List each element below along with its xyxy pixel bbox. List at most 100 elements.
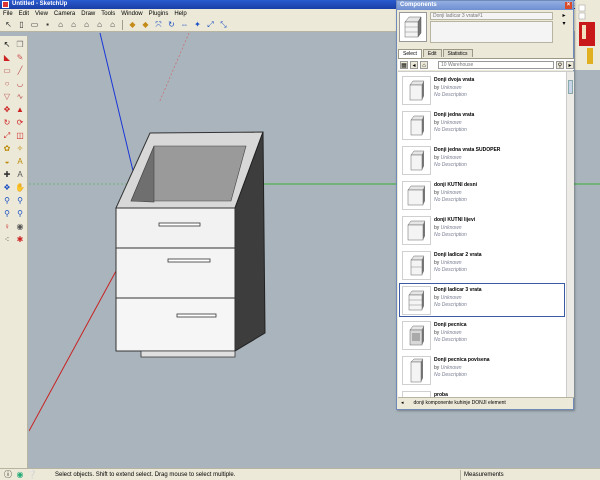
scrollbar-thumb[interactable] xyxy=(568,80,573,94)
zoom-extents-icon[interactable]: ⚲ xyxy=(1,208,13,219)
component-author: by Unknown xyxy=(434,295,462,301)
front-view-icon[interactable]: ⌂ xyxy=(68,19,79,30)
rectangle-icon[interactable]: ▭ xyxy=(1,65,13,76)
component-name: Donji ladicar 3 vrata xyxy=(434,287,482,293)
orbit-icon[interactable]: ❖ xyxy=(1,182,13,193)
new-file-icon[interactable]: ▯ xyxy=(16,19,27,30)
rotate-icon[interactable]: ⤧ xyxy=(153,19,164,30)
menu-view[interactable]: View xyxy=(35,11,48,17)
menu-help[interactable]: Help xyxy=(174,11,186,17)
select-icon[interactable]: ↖ xyxy=(1,39,13,50)
info-icon[interactable]: ⓘ xyxy=(3,470,13,479)
select-arrow-icon[interactable]: ↖ xyxy=(3,19,14,30)
pushpull-icon[interactable]: ▲ xyxy=(14,104,26,115)
menu-plugins[interactable]: Plugins xyxy=(149,11,169,17)
dimension-icon[interactable]: ✧ xyxy=(14,143,26,154)
list-item[interactable]: donji KUTNI lijevi by Unknown No Descrip… xyxy=(399,213,565,247)
component-name-field[interactable]: Donji ladicar 3 vrata#1 xyxy=(430,12,553,20)
scale-icon[interactable]: ⤢ xyxy=(1,130,13,141)
rotate-icon[interactable]: ↻ xyxy=(1,117,13,128)
zoom-icon[interactable]: ⚲ xyxy=(1,195,13,206)
previous-icon[interactable]: ⚲ xyxy=(14,208,26,219)
home-icon[interactable]: ⌂ xyxy=(420,60,428,69)
credits-icon[interactable]: ❔ xyxy=(27,470,37,479)
list-item[interactable]: proba xyxy=(399,388,565,397)
component-author: by Unknown xyxy=(434,225,462,231)
flip-icon[interactable]: ⇔ xyxy=(179,19,190,30)
solid-icon[interactable]: ✦ xyxy=(192,19,203,30)
eraser-icon[interactable]: ✎ xyxy=(14,52,26,63)
zoom-window-icon[interactable]: ⤡ xyxy=(218,19,229,30)
tape-icon[interactable]: ✿ xyxy=(1,143,13,154)
back-arrow-icon[interactable]: ◂ xyxy=(410,60,418,69)
status-nav-icon[interactable]: ◂ xyxy=(401,398,404,408)
text-icon[interactable]: A xyxy=(14,156,26,167)
list-item[interactable]: Donji pecnica povisena by Unknown No Des… xyxy=(399,353,565,387)
protractor-icon[interactable]: ◒ xyxy=(1,156,13,167)
list-item[interactable]: Donji dvoja vrata by Unknown No Descript… xyxy=(399,73,565,107)
component-description-field[interactable] xyxy=(430,21,553,43)
components-search-input[interactable] xyxy=(438,60,554,69)
paint-icon[interactable]: ◣ xyxy=(1,52,13,63)
drawer-front-top xyxy=(115,207,236,249)
components-dialog: Components × Donji ladicar 3 vrata#1 ▸ ▾… xyxy=(396,0,574,410)
section-icon[interactable]: ⤢ xyxy=(205,19,216,30)
list-item-selected[interactable]: Donji ladicar 3 vrata by Unknown No Desc… xyxy=(399,283,565,317)
open-folder-icon[interactable]: ▭ xyxy=(29,19,40,30)
scale-axes-icon[interactable]: ◆ xyxy=(140,19,151,30)
arc-icon[interactable]: ◡ xyxy=(14,78,26,89)
geo-location-icon[interactable]: ◉ xyxy=(15,470,25,479)
position-camera-icon[interactable]: ♀ xyxy=(1,221,13,232)
drawer-front-middle xyxy=(115,247,236,299)
house-icon[interactable]: ⌂ xyxy=(55,19,66,30)
polygon-icon[interactable]: ▽ xyxy=(1,91,13,102)
components-status-text: donji komponente kuhinje DONJI element xyxy=(413,400,506,406)
components-scrollbar[interactable] xyxy=(566,72,574,397)
offset-icon[interactable]: ◫ xyxy=(14,130,26,141)
walk-icon[interactable]: ◉ xyxy=(14,221,26,232)
followme-icon[interactable]: ⟳ xyxy=(14,117,26,128)
list-item[interactable]: Donji jedna vrata by Unknown No Descript… xyxy=(399,108,565,142)
search-icon[interactable]: ⚲ xyxy=(556,60,564,69)
tab-edit[interactable]: Edit xyxy=(422,49,442,57)
component-icon[interactable]: ↻ xyxy=(166,19,177,30)
freehand-icon[interactable]: ∿ xyxy=(14,91,26,102)
component-description: No Description xyxy=(434,127,467,133)
details-menu-icon[interactable]: ▸ xyxy=(566,60,574,69)
cabinet-thumbnail-icon xyxy=(402,286,431,315)
list-item[interactable]: donji KUTNI desni by Unknown No Descript… xyxy=(399,178,565,212)
pan-icon[interactable]: ✋ xyxy=(14,182,26,193)
list-item[interactable]: Donji pecnica by Unknown No Description xyxy=(399,318,565,352)
menu-file[interactable]: File xyxy=(3,11,13,17)
menu-draw[interactable]: Draw xyxy=(81,11,95,17)
list-item[interactable]: Donji jedna vrata SUDOPER by Unknown No … xyxy=(399,143,565,177)
left-view-icon[interactable]: ⌂ xyxy=(107,19,118,30)
list-item[interactable]: Donji ladicar 2 vrata by Unknown No Desc… xyxy=(399,248,565,282)
right-view-icon[interactable]: ⌂ xyxy=(81,19,92,30)
line-icon[interactable]: ╱ xyxy=(14,65,26,76)
details-arrow-icon[interactable]: ▸ xyxy=(562,12,565,19)
look-around-icon[interactable]: ✱ xyxy=(14,234,26,245)
footprints-icon[interactable]: ⁖ xyxy=(1,234,13,245)
zoom-window-icon[interactable]: ⚲ xyxy=(14,195,26,206)
sketchup-app-icon xyxy=(2,1,9,8)
components-close-button[interactable]: × xyxy=(565,2,572,9)
menu-edit[interactable]: Edit xyxy=(19,11,29,17)
component-description: No Description xyxy=(434,197,467,203)
tab-statistics[interactable]: Statistics xyxy=(442,49,473,57)
expand-icon[interactable]: ▾ xyxy=(562,20,565,27)
back-view-icon[interactable]: ⌂ xyxy=(94,19,105,30)
component-icon[interactable]: ❒ xyxy=(14,39,26,50)
components-title: Components xyxy=(400,2,437,8)
view-options-icon[interactable]: ▦ xyxy=(400,60,408,69)
save-icon[interactable]: ▪ xyxy=(42,19,53,30)
move-axes-icon[interactable]: ◆ xyxy=(127,19,138,30)
axes-icon[interactable]: ✚ xyxy=(1,169,13,180)
move-icon[interactable]: ✥ xyxy=(1,104,13,115)
menu-tools[interactable]: Tools xyxy=(101,11,115,17)
tab-select[interactable]: Select xyxy=(398,49,422,58)
menu-window[interactable]: Window xyxy=(121,11,142,17)
circle-icon[interactable]: ○ xyxy=(1,78,13,89)
menu-camera[interactable]: Camera xyxy=(54,11,75,17)
3dtext-icon[interactable]: A xyxy=(14,169,26,180)
